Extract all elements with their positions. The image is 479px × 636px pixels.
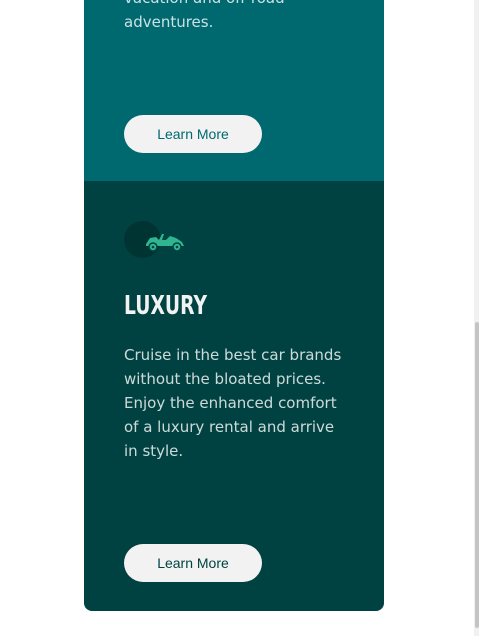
scrollbar-thumb[interactable] [475, 322, 479, 628]
scrollbar-track[interactable] [474, 0, 479, 636]
suv-learn-more-button[interactable]: Learn More [124, 115, 262, 153]
luxury-card-title: LUXURY [124, 291, 208, 321]
luxury-car-icon [124, 221, 188, 261]
suv-card: vacation and off-road adventures. Learn … [84, 0, 384, 181]
car-icon [146, 234, 184, 252]
cards-container: vacation and off-road adventures. Learn … [84, 0, 384, 611]
page: vacation and off-road adventures. Learn … [0, 0, 479, 636]
luxury-learn-more-button[interactable]: Learn More [124, 544, 262, 582]
suv-card-description: vacation and off-road adventures. [124, 0, 285, 31]
luxury-card: LUXURY Cruise in the best car brands wit… [84, 181, 384, 611]
luxury-card-description: Cruise in the best car brands without th… [124, 346, 342, 460]
